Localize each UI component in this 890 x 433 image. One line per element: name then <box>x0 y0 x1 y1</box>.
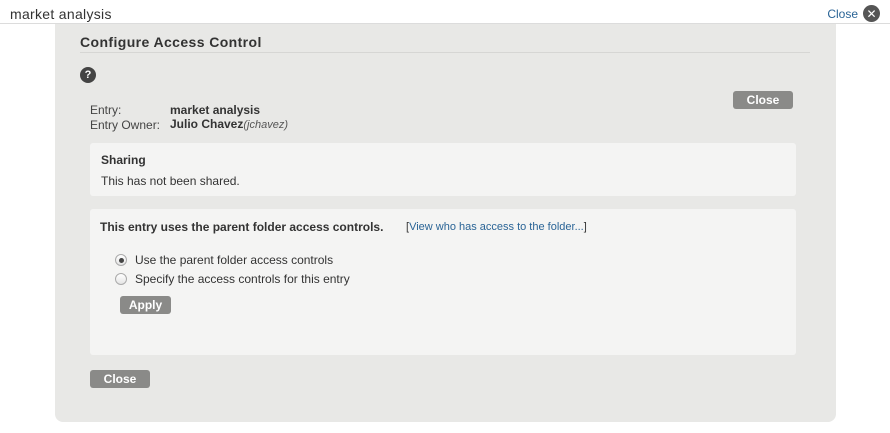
owner-label: Entry Owner: <box>90 118 161 132</box>
owner-value: Julio Chavez(jchavez) <box>170 117 288 131</box>
sharing-section: Sharing This has not been shared. <box>90 143 796 196</box>
radio-parent-controls[interactable] <box>115 254 127 266</box>
close-circle-icon[interactable]: ✕ <box>863 5 880 22</box>
access-link-wrapper: [View who has access to the folder...] <box>406 221 587 233</box>
radio-specify-controls[interactable] <box>115 273 127 285</box>
access-title: This entry uses the parent folder access… <box>100 220 384 234</box>
sharing-status-text: This has not been shared. <box>101 174 240 188</box>
owner-id: (jchavez) <box>243 119 288 131</box>
owner-name: Julio Chavez <box>170 117 244 131</box>
sharing-title: Sharing <box>101 153 146 167</box>
radio-specify-label: Specify the access controls for this ent… <box>135 272 350 286</box>
panel-title: Configure Access Control <box>80 34 262 50</box>
window-title: market analysis <box>10 6 112 22</box>
view-folder-access-link[interactable]: View who has access to the folder... <box>409 221 584 233</box>
entry-value: market analysis <box>170 103 261 117</box>
radio-option-specify[interactable]: Specify the access controls for this ent… <box>115 272 350 286</box>
close-button-top[interactable]: Close <box>733 91 793 109</box>
top-bar: market analysis Close ✕ <box>0 0 890 24</box>
entry-label: Entry: <box>90 103 122 117</box>
link-bracket-close: ] <box>583 221 587 233</box>
close-button-bottom[interactable]: Close <box>90 370 150 388</box>
top-close-button[interactable]: Close ✕ <box>827 5 880 22</box>
radio-option-parent[interactable]: Use the parent folder access controls <box>115 253 333 267</box>
top-close-label[interactable]: Close <box>827 7 858 21</box>
help-icon[interactable]: ? <box>80 67 96 83</box>
access-section: This entry uses the parent folder access… <box>90 209 796 355</box>
apply-button[interactable]: Apply <box>120 296 171 314</box>
title-divider <box>80 52 810 53</box>
access-control-panel: Configure Access Control ? Entry: market… <box>55 24 836 422</box>
radio-parent-label: Use the parent folder access controls <box>135 253 334 267</box>
